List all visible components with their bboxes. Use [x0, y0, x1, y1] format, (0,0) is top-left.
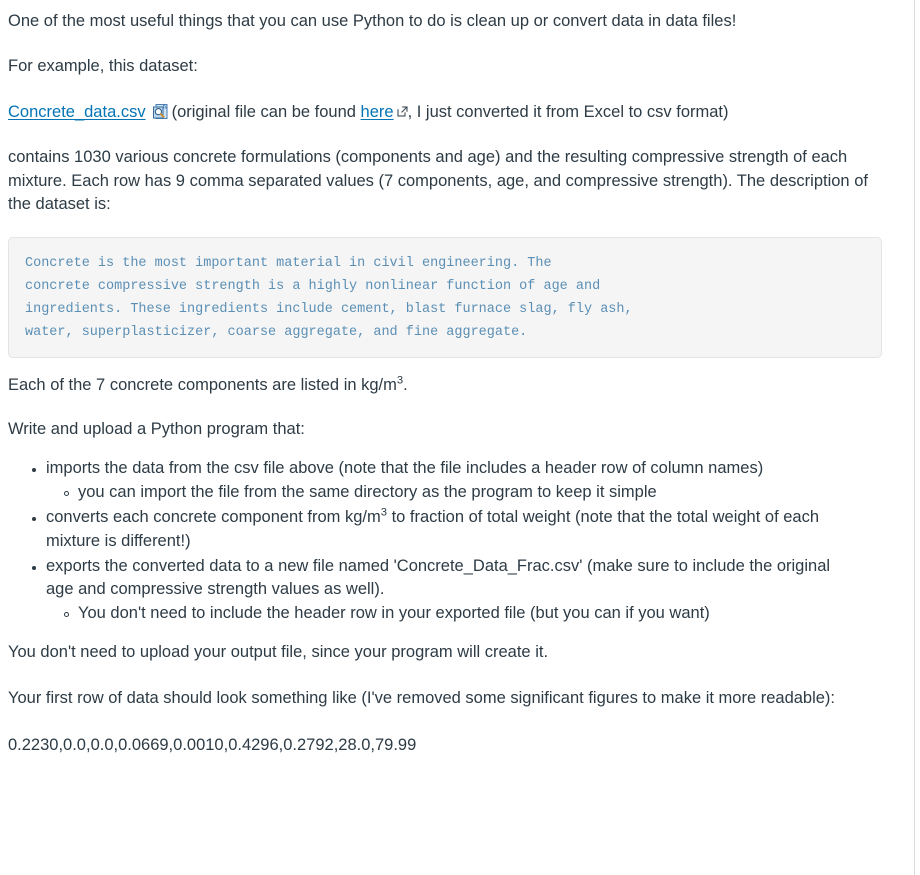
no-upload-paragraph: You don't need to upload your output fil… — [8, 643, 549, 662]
task-item-imports-text: imports the data from the csv file above… — [46, 459, 764, 478]
document-preview-icon[interactable] — [152, 103, 170, 121]
intro-paragraph-1: One of the most useful things that you c… — [8, 12, 737, 30]
task-item-imports-subitems: you can import the file from the same di… — [46, 481, 884, 504]
dataset-link-paren-open: (original — [171, 102, 231, 121]
units-note-prefix: Each of the 7 concrete components are li… — [8, 376, 397, 395]
dataset-description-paragraph: contains 1030 various concrete formulati… — [8, 148, 868, 214]
tasks-list: imports the data from the csv file above… — [8, 457, 884, 625]
original-source-here-link[interactable]: here — [361, 103, 394, 121]
task-item-exports: exports the converted data to a new file… — [32, 555, 884, 625]
concrete-data-csv-link[interactable]: Concrete_data.csv — [8, 103, 146, 121]
task-subitem-same-directory-text: you can import the file from the same di… — [78, 482, 657, 501]
task-item-exports-text: exports the converted data to a new file… — [46, 556, 831, 599]
task-subitem-header-row-text: You don't need to include the header row… — [78, 603, 710, 622]
dataset-link-mid-text: file can be found — [230, 102, 361, 121]
dataset-link-paragraph: Concrete_data.csv (original file can be f… — [8, 91, 884, 136]
task-item-exports-subitems: You don't need to include the header row… — [46, 602, 884, 625]
intro-paragraph-2: For example, this dataset: — [8, 57, 198, 76]
task-subitem-header-row: You don't need to include the header row… — [64, 602, 884, 625]
assignment-description-content: One of the most useful things that you c… — [0, 0, 914, 769]
first-row-note-paragraph: Your first row of data should look somet… — [8, 688, 836, 707]
page-divider-rule — [914, 0, 915, 875]
units-note-paragraph: Each of the 7 concrete components are li… — [8, 364, 884, 407]
task-item-imports: imports the data from the csv file above… — [32, 457, 884, 504]
task-item-converts-text: converts each concrete component from kg… — [46, 506, 884, 553]
task-item-converts: converts each concrete component from kg… — [32, 506, 884, 553]
task-item-converts-prefix: converts each concrete component from kg… — [46, 508, 381, 527]
dataset-description-code-block: Concrete is the most important material … — [8, 236, 882, 359]
instructions-heading: Write and upload a Python program that: — [8, 419, 305, 438]
task-subitem-same-directory: you can import the file from the same di… — [64, 481, 884, 504]
sample-data-row: 0.2230,0.0,0.0,0.0669,0.0010,0.4296,0.27… — [8, 736, 417, 755]
units-note-suffix: . — [403, 376, 408, 395]
dataset-description-code-text: Concrete is the most important material … — [25, 255, 633, 341]
dataset-link-after-text: , I just converted it from Excel to csv … — [407, 102, 729, 121]
external-link-icon — [397, 101, 408, 117]
